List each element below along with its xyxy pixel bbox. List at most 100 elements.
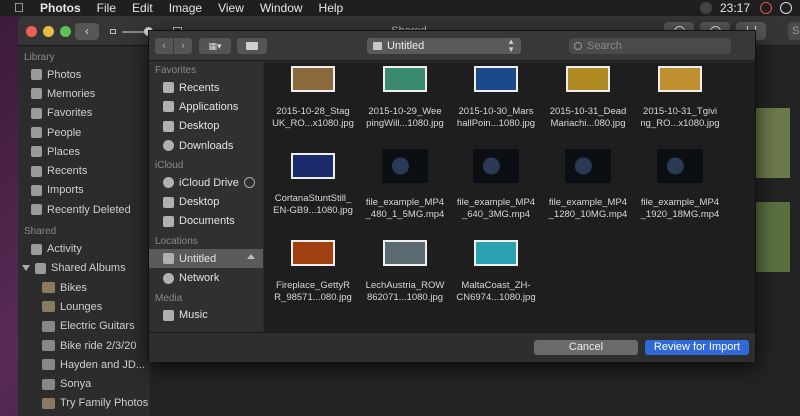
background-photo[interactable] (756, 108, 790, 178)
image-thumbnail[interactable] (658, 66, 702, 92)
background-photo[interactable] (756, 202, 790, 272)
menu-window[interactable]: Window (260, 1, 303, 15)
video-thumbnail[interactable] (382, 149, 428, 183)
pin-icon (31, 146, 42, 158)
file-item[interactable]: file_example_MP4 _1920_18MG.mp4 (634, 149, 726, 221)
dialog-sidebar-music[interactable]: Music (149, 306, 263, 325)
image-thumbnail[interactable] (383, 66, 427, 92)
wifi-icon[interactable] (699, 2, 712, 14)
sidebar-item-recents[interactable]: Recents (18, 161, 150, 180)
sidebar-item-label: Network (179, 272, 220, 285)
library-header: Library (24, 52, 55, 63)
sidebar-item-shared-albums[interactable]: Shared Albums (18, 259, 150, 278)
file-item[interactable]: file_example_MP4 _640_3MG.mp4 (450, 149, 542, 221)
dialog-sidebar-icloud-drive[interactable]: iCloud Drive (149, 173, 263, 192)
file-item[interactable]: 2015-10-30_Mars hallPoin...1080.jpg (450, 66, 542, 130)
review-for-import-button[interactable]: Review for Import (645, 340, 749, 355)
sidebar-item-activity[interactable]: Activity (18, 239, 150, 258)
file-name-line: EN-GB9...1080.jpg (273, 205, 353, 216)
file-name: file_example_MP4 _480_1_5MG.mp4 (359, 197, 451, 221)
updown-arrows-icon: ▲ ▼ (507, 37, 515, 54)
file-item[interactable]: 2015-10-31_Dead Mariachi...080.jpg (542, 66, 634, 130)
dialog-sidebar-desktop[interactable]: Desktop (149, 117, 263, 136)
dialog-sidebar-recents[interactable]: Recents (149, 78, 263, 97)
file-item[interactable]: file_example_MP4 _480_1_5MG.mp4 (359, 149, 451, 221)
shared-album-icon (35, 262, 46, 274)
sidebar-item-photos[interactable]: Photos (18, 65, 150, 84)
file-name-line: file_example_MP4 (456, 197, 536, 208)
memories-icon (31, 88, 42, 100)
sidebar-item-recently-deleted[interactable]: Recently Deleted (18, 200, 150, 219)
dialog-back-button[interactable]: ‹ (155, 38, 173, 54)
image-thumbnail[interactable] (474, 66, 518, 92)
sidebar-album-bikes[interactable]: Bikes (18, 278, 150, 297)
music-note-icon (163, 309, 174, 321)
menu-file[interactable]: File (97, 1, 116, 15)
menu-view[interactable]: View (218, 1, 244, 15)
file-item[interactable]: Fireplace_GettyR R_98571...080.jpg (267, 240, 359, 304)
image-thumbnail[interactable] (383, 240, 427, 266)
video-thumbnail[interactable] (473, 149, 519, 183)
sidebar-album-hayden-jd[interactable]: Hayden and JD... (18, 355, 150, 374)
file-name: CortanaStuntStill_ EN-GB9...1080.jpg (267, 193, 359, 217)
sidebar-item-imports[interactable]: Imports (18, 181, 150, 200)
dialog-search-input[interactable]: Search (569, 38, 731, 54)
image-thumbnail[interactable] (474, 240, 518, 266)
sidebar-item-label: Electric Guitars (60, 320, 135, 333)
sidebar-album-electric-guitars[interactable]: Electric Guitars (18, 317, 150, 336)
dialog-sidebar-downloads[interactable]: Downloads (149, 136, 263, 155)
photos-search-field[interactable]: Se (788, 22, 800, 40)
dialog-sidebar-network[interactable]: Network (149, 268, 263, 287)
file-item[interactable]: 2015-10-28_Stag UK_RO...x1080.jpg (267, 66, 359, 130)
eject-icon[interactable] (247, 254, 255, 260)
new-folder-button[interactable] (237, 38, 267, 54)
file-name: Fireplace_GettyR R_98571...080.jpg (267, 280, 359, 304)
spotlight-icon[interactable] (780, 2, 792, 14)
menu-app-name[interactable]: Photos (40, 1, 81, 15)
sidebar-album-try-family-photos[interactable]: Try Family Photos (18, 394, 150, 413)
image-thumbnail[interactable] (291, 66, 335, 92)
sidebar-album-sonya[interactable]: Sonya (18, 374, 150, 393)
sidebar-item-memories[interactable]: Memories (18, 84, 150, 103)
location-popup[interactable]: Untitled ▲ ▼ (367, 38, 521, 54)
dialog-forward-button[interactable]: › (174, 38, 192, 54)
sidebar-album-bike-ride[interactable]: Bike ride 2/3/20 (18, 336, 150, 355)
file-item[interactable]: CortanaStuntStill_ EN-GB9...1080.jpg (267, 153, 359, 217)
sidebar-item-label: Hayden and JD... (60, 358, 145, 371)
image-thumbnail[interactable] (291, 153, 335, 179)
dialog-sidebar-untitled[interactable]: Untitled (149, 249, 263, 269)
file-item[interactable]: file_example_MP4 _1280_10MG.mp4 (542, 149, 634, 221)
downloads-icon (163, 140, 174, 152)
video-thumbnail[interactable] (565, 149, 611, 183)
sidebar-item-label: Downloads (179, 139, 234, 152)
desktop-icon (163, 196, 174, 208)
cancel-button[interactable]: Cancel (534, 340, 638, 355)
apple-icon[interactable]:  (14, 1, 28, 15)
sidebar-item-places[interactable]: Places (18, 142, 150, 161)
menu-image[interactable]: Image (169, 1, 202, 15)
menu-help[interactable]: Help (319, 1, 344, 15)
view-mode-button[interactable]: ▦▾ (199, 38, 231, 54)
album-thumbnail-icon (42, 397, 55, 409)
disclosure-triangle-icon[interactable] (22, 265, 30, 272)
video-thumbnail[interactable] (657, 149, 703, 183)
sidebar-item-label: Imports (47, 184, 84, 197)
sidebar-album-lounges[interactable]: Lounges (18, 297, 150, 316)
media-header: Media (155, 292, 183, 304)
dialog-sidebar-icloud-desktop[interactable]: Desktop (149, 192, 263, 211)
sidebar-item-people[interactable]: People (18, 123, 150, 142)
dialog-sidebar-documents[interactable]: Documents (149, 212, 263, 231)
cloud-icon (163, 177, 174, 189)
file-item[interactable]: 2015-10-29_Wee pingWill...1080.jpg (359, 66, 451, 130)
recents-icon (31, 165, 42, 177)
file-item[interactable]: LechAustria_ROW 862071...1080.jpg (359, 240, 451, 304)
file-item[interactable]: 2015-10-31_Tgivi ng_RO...x1080.jpg (634, 66, 726, 130)
menu-edit[interactable]: Edit (132, 1, 153, 15)
sidebar-item-favorites[interactable]: Favorites (18, 104, 150, 123)
dialog-sidebar-applications[interactable]: Applications (149, 97, 263, 116)
menubar-clock[interactable]: 23:17 (720, 1, 750, 15)
image-thumbnail[interactable] (566, 66, 610, 92)
file-item[interactable]: MaltaCoast_ZH- CN6974...1080.jpg (450, 240, 542, 304)
image-thumbnail[interactable] (291, 240, 335, 266)
timer-icon[interactable] (760, 2, 772, 14)
